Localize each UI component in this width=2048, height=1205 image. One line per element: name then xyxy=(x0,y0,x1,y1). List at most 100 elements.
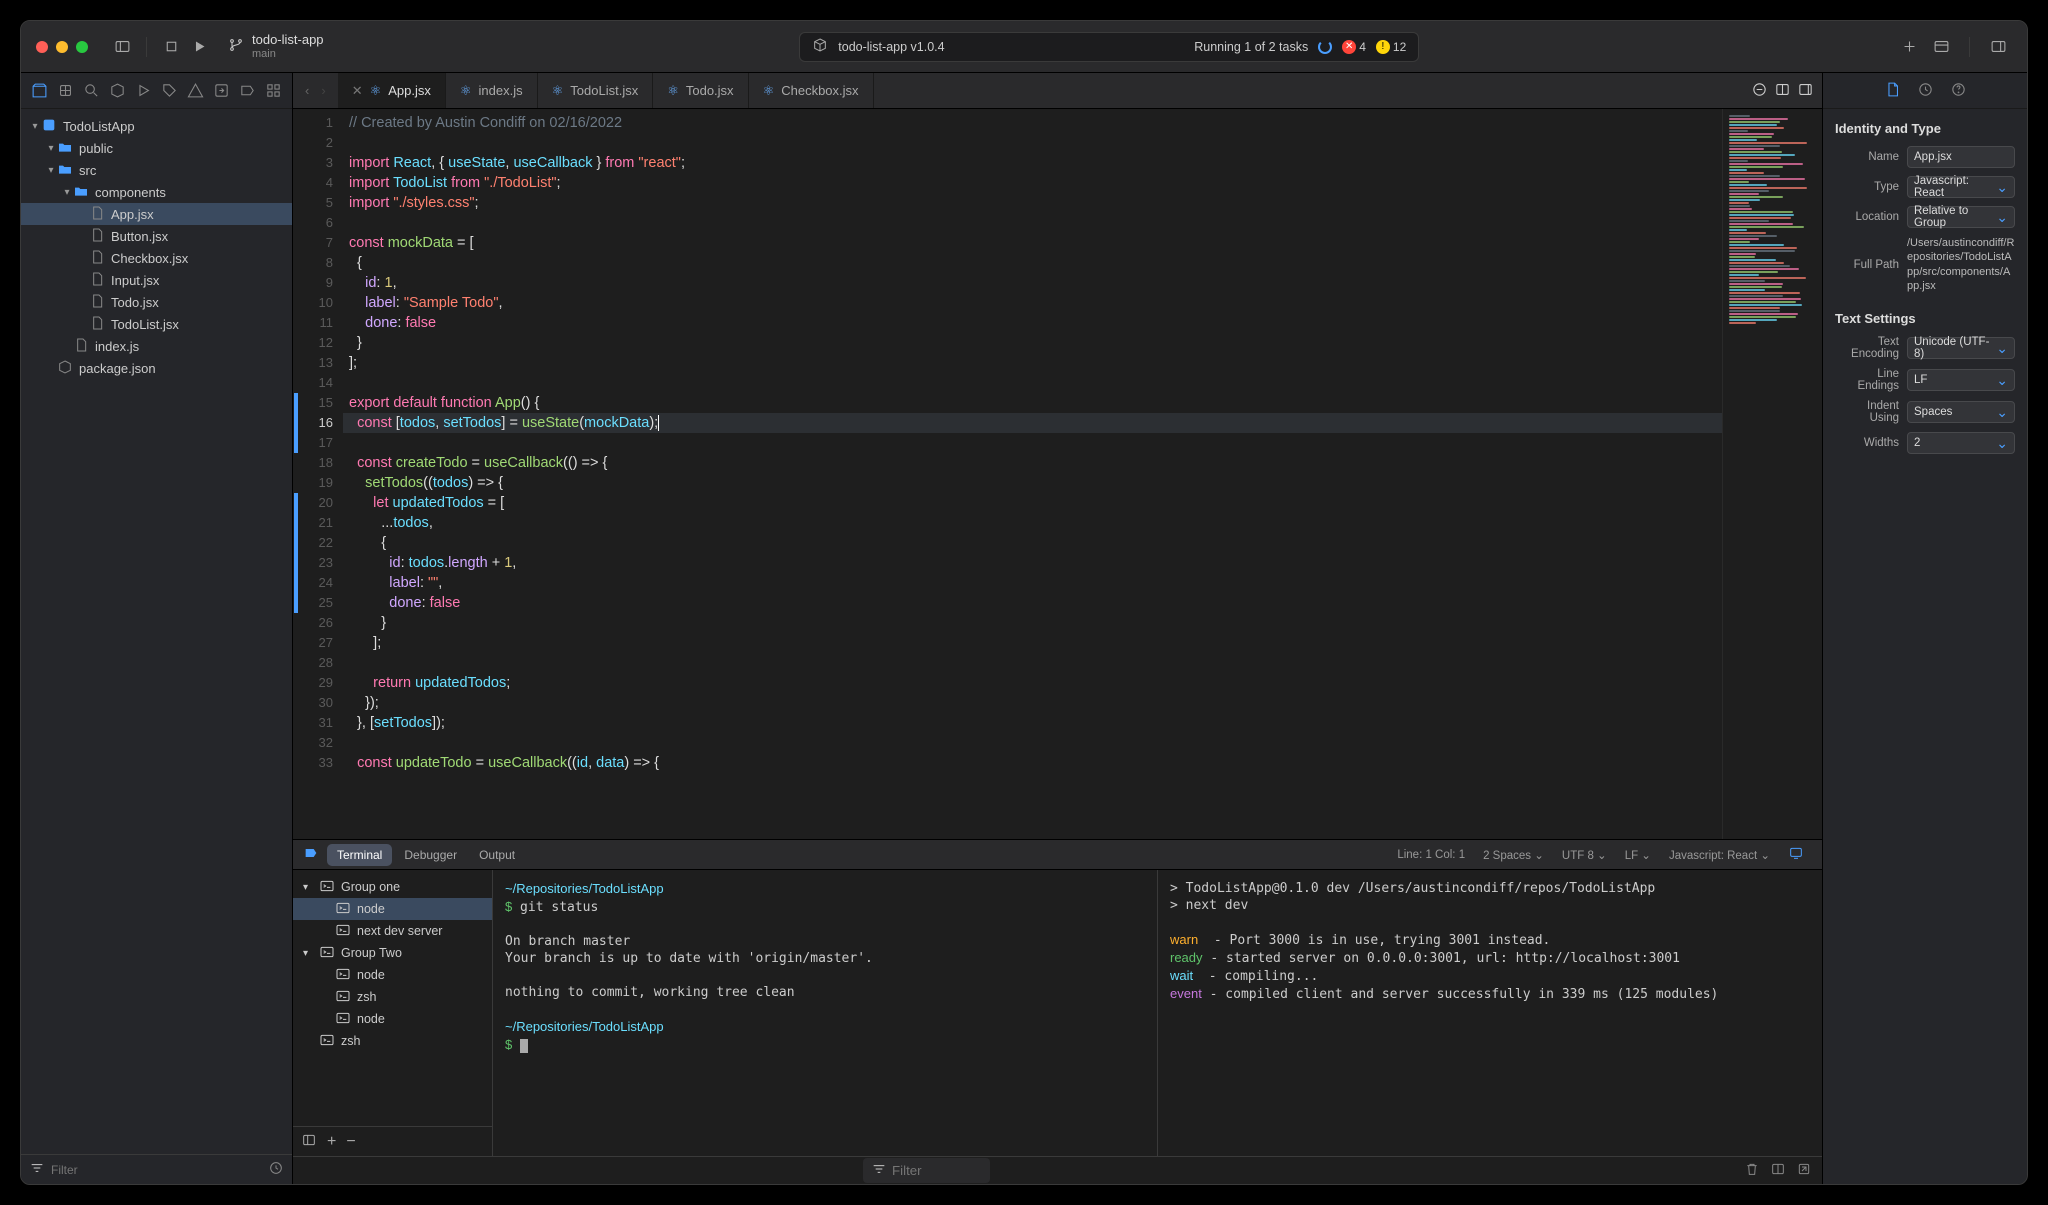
library-icon[interactable] xyxy=(1927,33,1955,61)
term-item-zsh[interactable]: zsh xyxy=(293,986,492,1008)
term-item-next-dev-server[interactable]: next dev server xyxy=(293,920,492,942)
inspector-tab-help-icon[interactable] xyxy=(1950,81,1967,101)
bottom-tab-output[interactable]: Output xyxy=(469,844,525,866)
bottom-filter-input[interactable] xyxy=(892,1163,982,1178)
trash-icon[interactable] xyxy=(1744,1161,1760,1180)
inspector-tab-file-icon[interactable] xyxy=(1884,81,1901,101)
tab-todolist-jsx[interactable]: ⚛TodoList.jsx xyxy=(538,73,654,108)
panel-icon[interactable] xyxy=(1797,81,1814,101)
split-term-icon[interactable] xyxy=(1770,1161,1786,1180)
tree-item-todo-jsx[interactable]: Todo.jsx xyxy=(21,291,292,313)
term-item-node[interactable]: node xyxy=(293,898,492,920)
zoom-window[interactable] xyxy=(76,41,88,53)
nav-arrow-icon[interactable] xyxy=(210,79,232,103)
bottom-tabs: TerminalDebuggerOutput Line: 1 Col: 1 2 … xyxy=(293,840,1822,870)
status-linecol[interactable]: Line: 1 Col: 1 xyxy=(1389,849,1473,861)
tree-item-components[interactable]: ▾components xyxy=(21,181,292,203)
breakpoint-toggle-icon[interactable] xyxy=(303,845,319,864)
navigator-tabs xyxy=(21,73,292,109)
nav-grid-icon[interactable] xyxy=(262,79,284,103)
tree-item-package-json[interactable]: package.json xyxy=(21,357,292,379)
term-add-icon[interactable]: + xyxy=(327,1133,336,1151)
navigator-sidebar: ▾TodoListApp▾public▾src▾componentsApp.js… xyxy=(21,73,293,1184)
status-lang[interactable]: Javascript: React ⌄ xyxy=(1661,848,1778,862)
tree-item-src[interactable]: ▾src xyxy=(21,159,292,181)
bottom-filter xyxy=(863,1158,990,1183)
term-item-zsh[interactable]: zsh xyxy=(293,1030,492,1052)
clock-icon[interactable] xyxy=(268,1160,284,1179)
project-name: todo-list-app xyxy=(252,33,324,47)
nav-breakpoint-icon[interactable] xyxy=(236,79,258,103)
term-item-group-two[interactable]: ▾Group Two xyxy=(293,942,492,964)
terminal-pane-1[interactable]: ~/Repositories/TodoListApp $ git status … xyxy=(493,870,1158,1156)
inspector-name-field[interactable]: App.jsx xyxy=(1907,146,2015,168)
split-icon[interactable] xyxy=(1774,81,1791,101)
inspector-tab-history-icon[interactable] xyxy=(1917,81,1934,101)
nav-tag-icon[interactable] xyxy=(159,79,181,103)
status-eol[interactable]: LF ⌄ xyxy=(1617,848,1659,862)
tree-item-button-jsx[interactable]: Button.jsx xyxy=(21,225,292,247)
titlebar: todo-list-app main todo-list-app v1.0.4 … xyxy=(21,21,2027,73)
tree-item-todolist-jsx[interactable]: TodoList.jsx xyxy=(21,313,292,335)
terminal-sidebar: ▾Group onenodenext dev server▾Group Twon… xyxy=(293,870,493,1156)
project-info[interactable]: todo-list-app main xyxy=(252,33,324,59)
inspector-eol-select[interactable]: LF xyxy=(1907,369,2015,391)
tree-item-app-jsx[interactable]: App.jsx xyxy=(21,203,292,225)
tree-item-input-jsx[interactable]: Input.jsx xyxy=(21,269,292,291)
terminal-pane-2[interactable]: > TodoListApp@0.1.0 dev /Users/austincon… xyxy=(1158,870,1822,1156)
nav-cube-icon[interactable] xyxy=(107,79,129,103)
nav-scm-icon[interactable] xyxy=(55,79,77,103)
code-editor[interactable]: 1234567891011121314151617181920212223242… xyxy=(293,109,1722,839)
term-item-group-one[interactable]: ▾Group one xyxy=(293,876,492,898)
term-remove-icon[interactable]: − xyxy=(346,1133,355,1151)
run-button[interactable] xyxy=(185,33,213,61)
warning-badge[interactable]: !12 xyxy=(1376,40,1406,54)
nav-search-icon[interactable] xyxy=(81,79,103,103)
sidebar-toggle-icon[interactable] xyxy=(108,33,136,61)
inspector-type-select[interactable]: Javascript: React xyxy=(1907,176,2015,198)
nav-back-icon[interactable]: ‹ xyxy=(301,79,313,102)
inspector-indent-select[interactable]: Spaces xyxy=(1907,401,2015,423)
terminal-icon xyxy=(335,966,351,985)
react-icon: ⚛ xyxy=(370,83,382,99)
maximize-icon[interactable] xyxy=(1796,1161,1812,1180)
inspector-toggle-icon[interactable] xyxy=(1984,33,2012,61)
nav-warn-icon[interactable] xyxy=(184,79,206,103)
bottom-tab-terminal[interactable]: Terminal xyxy=(327,844,392,866)
terminal-icon xyxy=(319,1032,335,1051)
minimap[interactable] xyxy=(1722,109,1822,839)
tree-item-index-js[interactable]: index.js xyxy=(21,335,292,357)
close-window[interactable] xyxy=(36,41,48,53)
collapse-icon[interactable] xyxy=(1751,81,1768,101)
status-spaces[interactable]: 2 Spaces ⌄ xyxy=(1475,848,1552,862)
tab-index-js[interactable]: ⚛index.js xyxy=(446,73,538,108)
tab-app-jsx[interactable]: ✕⚛App.jsx xyxy=(338,73,446,108)
bottom-tab-debugger[interactable]: Debugger xyxy=(394,844,467,866)
add-button[interactable] xyxy=(1895,33,1923,61)
term-layout-icon[interactable] xyxy=(301,1132,317,1151)
inspector-widths-select[interactable]: 2 xyxy=(1907,432,2015,454)
status-encoding[interactable]: UTF 8 ⌄ xyxy=(1554,848,1615,862)
tree-item-checkbox-jsx[interactable]: Checkbox.jsx xyxy=(21,247,292,269)
tab-close-icon[interactable]: ✕ xyxy=(352,83,363,99)
tab-todo-jsx[interactable]: ⚛Todo.jsx xyxy=(653,73,748,108)
status-screen-icon[interactable] xyxy=(1780,845,1812,864)
minimize-window[interactable] xyxy=(56,41,68,53)
tree-item-public[interactable]: ▾public xyxy=(21,137,292,159)
status-pill[interactable]: todo-list-app v1.0.4 Running 1 of 2 task… xyxy=(799,32,1419,62)
tab-checkbox-jsx[interactable]: ⚛Checkbox.jsx xyxy=(749,73,874,108)
error-badge[interactable]: ✕4 xyxy=(1342,40,1366,54)
nav-files-icon[interactable] xyxy=(29,79,51,103)
inspector-encoding-select[interactable]: Unicode (UTF-8) xyxy=(1907,337,2015,359)
tasks-text: Running 1 of 2 tasks xyxy=(1194,40,1308,54)
inspector-location-select[interactable]: Relative to Group xyxy=(1907,206,2015,228)
term-item-node[interactable]: node xyxy=(293,1008,492,1030)
nav-play-icon[interactable] xyxy=(133,79,155,103)
file-tree[interactable]: ▾TodoListApp▾public▾src▾componentsApp.js… xyxy=(21,109,292,1154)
nav-forward-icon[interactable]: › xyxy=(317,79,329,102)
navigator-filter-input[interactable] xyxy=(51,1163,262,1177)
term-item-node[interactable]: node xyxy=(293,964,492,986)
tree-item-todolistapp[interactable]: ▾TodoListApp xyxy=(21,115,292,137)
stop-button[interactable] xyxy=(157,33,185,61)
inspector-fullpath: /Users/austincondiff/Repositories/TodoLi… xyxy=(1907,236,2015,293)
